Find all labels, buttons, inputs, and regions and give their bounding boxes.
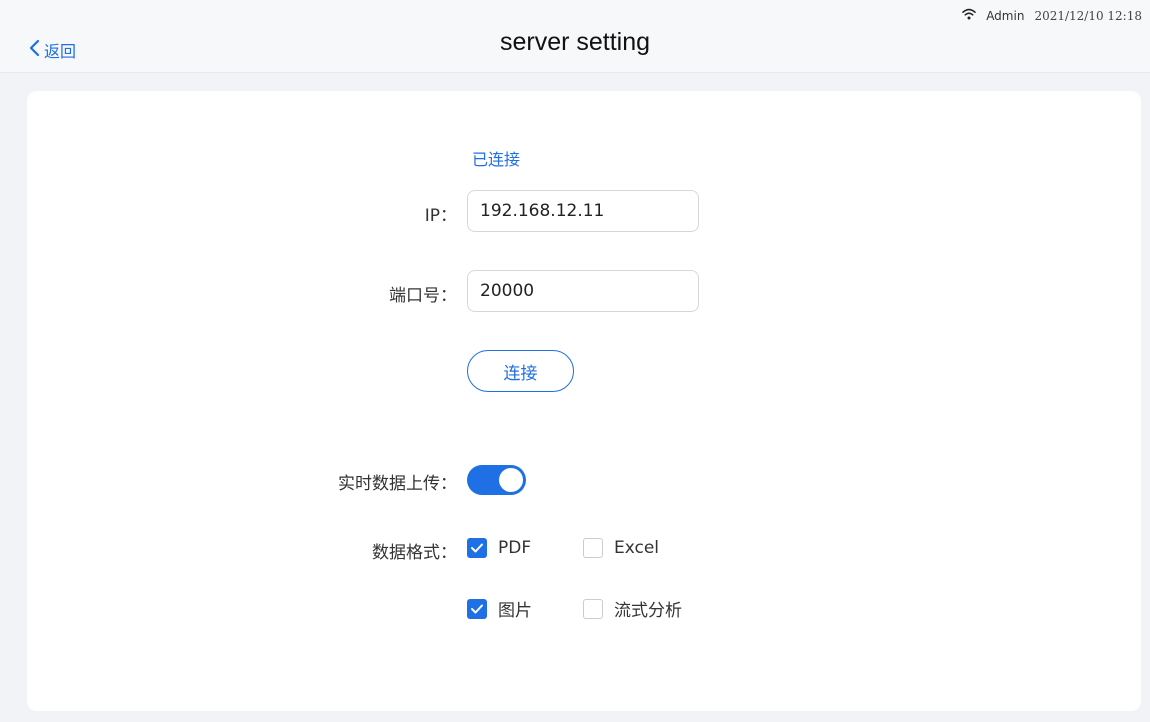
realtime-upload-toggle[interactable] <box>467 465 526 495</box>
user-name: Admin <box>986 8 1025 23</box>
status-area: Admin 2021/12/10 12:18 <box>962 8 1142 23</box>
port-input[interactable]: 20000 <box>467 270 699 312</box>
connection-status: 已连接 <box>472 150 521 169</box>
checkbox-unchecked-icon <box>583 538 603 558</box>
format-option-label: Excel <box>614 538 660 558</box>
ip-label: IP： <box>424 206 457 226</box>
realtime-upload-label: 实时数据上传： <box>338 474 457 494</box>
page-title: server setting <box>499 28 651 56</box>
ip-value: 192.168.12.11 <box>480 201 605 221</box>
ip-input[interactable]: 192.168.12.11 <box>467 190 699 232</box>
wifi-icon <box>962 8 976 23</box>
checkbox-checked-icon <box>467 598 487 619</box>
format-option-stream-analysis[interactable]: 流式分析 <box>583 596 682 621</box>
checkbox-unchecked-icon <box>583 598 603 619</box>
format-option-label: 流式分析 <box>614 601 682 621</box>
format-option-excel[interactable]: Excel <box>583 538 659 558</box>
format-option-pdf[interactable]: PDF <box>467 538 531 558</box>
port-value: 20000 <box>480 281 535 301</box>
format-option-label: 图片 <box>498 601 532 621</box>
connect-button[interactable]: 连接 <box>467 350 574 392</box>
format-option-label: PDF <box>498 538 532 558</box>
data-format-label: 数据格式： <box>372 543 457 563</box>
toggle-knob <box>499 468 523 492</box>
format-option-image[interactable]: 图片 <box>467 596 532 621</box>
datetime: 2021/12/10 12:18 <box>1034 8 1142 23</box>
port-label: 端口号： <box>389 286 457 306</box>
checkbox-checked-icon <box>467 538 487 558</box>
top-bar: 返回 server setting Admin 2021/12/10 12:18 <box>0 0 1150 73</box>
